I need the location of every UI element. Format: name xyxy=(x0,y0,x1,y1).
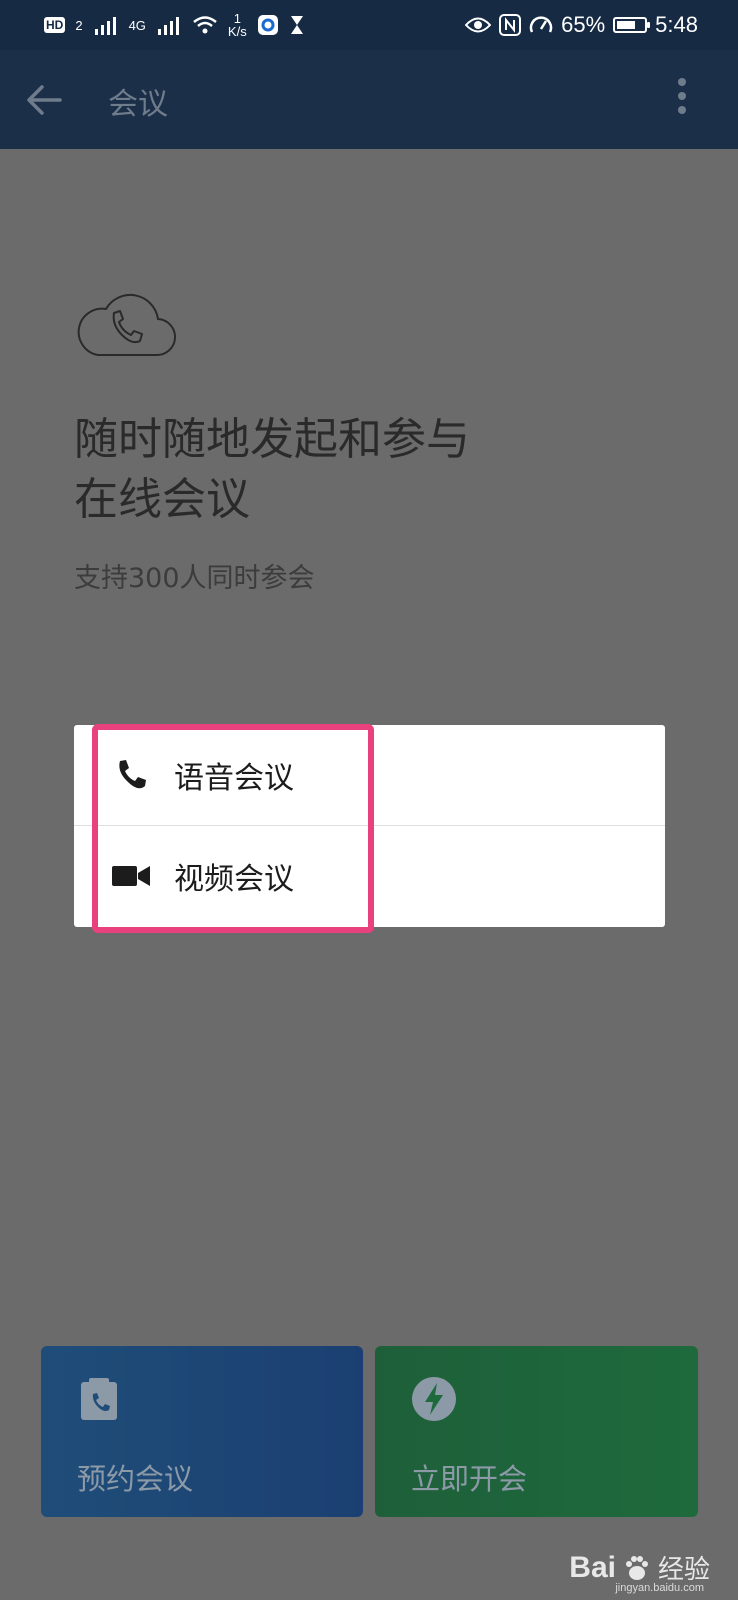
net-speed: 1 K/s xyxy=(228,12,247,38)
clock: 5:48 xyxy=(655,12,698,37)
baidu-watermark: Bai 经验 xyxy=(569,1549,710,1586)
signal-icon xyxy=(94,17,116,35)
app-notification-icon xyxy=(257,15,278,35)
hd-badge: HD xyxy=(44,17,66,33)
hero-headline: 随时随地发起和参与 在线会议 xyxy=(74,410,634,530)
status-left: HD 2 4G 1 K/s xyxy=(44,12,305,38)
paw-icon xyxy=(625,1555,648,1580)
speedometer-icon xyxy=(529,16,553,33)
more-options-icon[interactable] xyxy=(676,78,688,122)
app-bar: 会议 xyxy=(0,50,738,149)
watermark-suffix: 经验 xyxy=(657,1555,710,1585)
schedule-meeting-button[interactable]: 预约会议 xyxy=(41,1346,363,1517)
hero-headline-line1: 随时随地发起和参与 xyxy=(74,414,470,465)
net-speed-unit: K/s xyxy=(227,24,247,39)
hourglass-icon xyxy=(290,16,303,34)
hd-sub: 2 xyxy=(75,17,83,33)
network-type: 4G xyxy=(128,17,146,33)
schedule-meeting-label: 预约会议 xyxy=(77,1462,194,1496)
highlight-box xyxy=(92,724,374,933)
lightning-icon xyxy=(412,1377,456,1421)
wifi-icon xyxy=(193,16,217,34)
watermark-brand: Bai xyxy=(569,1550,616,1584)
page-title: 会议 xyxy=(108,87,168,122)
hero-headline-line2: 在线会议 xyxy=(74,474,250,525)
hero-subline: 支持300人同时参会 xyxy=(74,563,315,594)
eye-icon xyxy=(465,17,492,33)
nfc-icon xyxy=(499,14,522,36)
start-meeting-button[interactable]: 立即开会 xyxy=(375,1346,698,1517)
watermark-url: jingyan.baidu.com xyxy=(615,1582,704,1594)
start-meeting-label: 立即开会 xyxy=(411,1462,528,1496)
status-bar: HD 2 4G 1 K/s 65% 5:48 xyxy=(0,0,738,50)
cloud-phone-icon xyxy=(77,293,176,357)
signal-icon xyxy=(157,17,179,35)
battery-icon xyxy=(613,17,651,33)
battery-fill xyxy=(617,21,636,29)
calendar-phone-icon xyxy=(81,1378,117,1420)
back-arrow-icon[interactable] xyxy=(24,80,64,120)
battery-percent: 65% xyxy=(561,12,606,37)
status-right: 65% 5:48 xyxy=(465,12,698,38)
